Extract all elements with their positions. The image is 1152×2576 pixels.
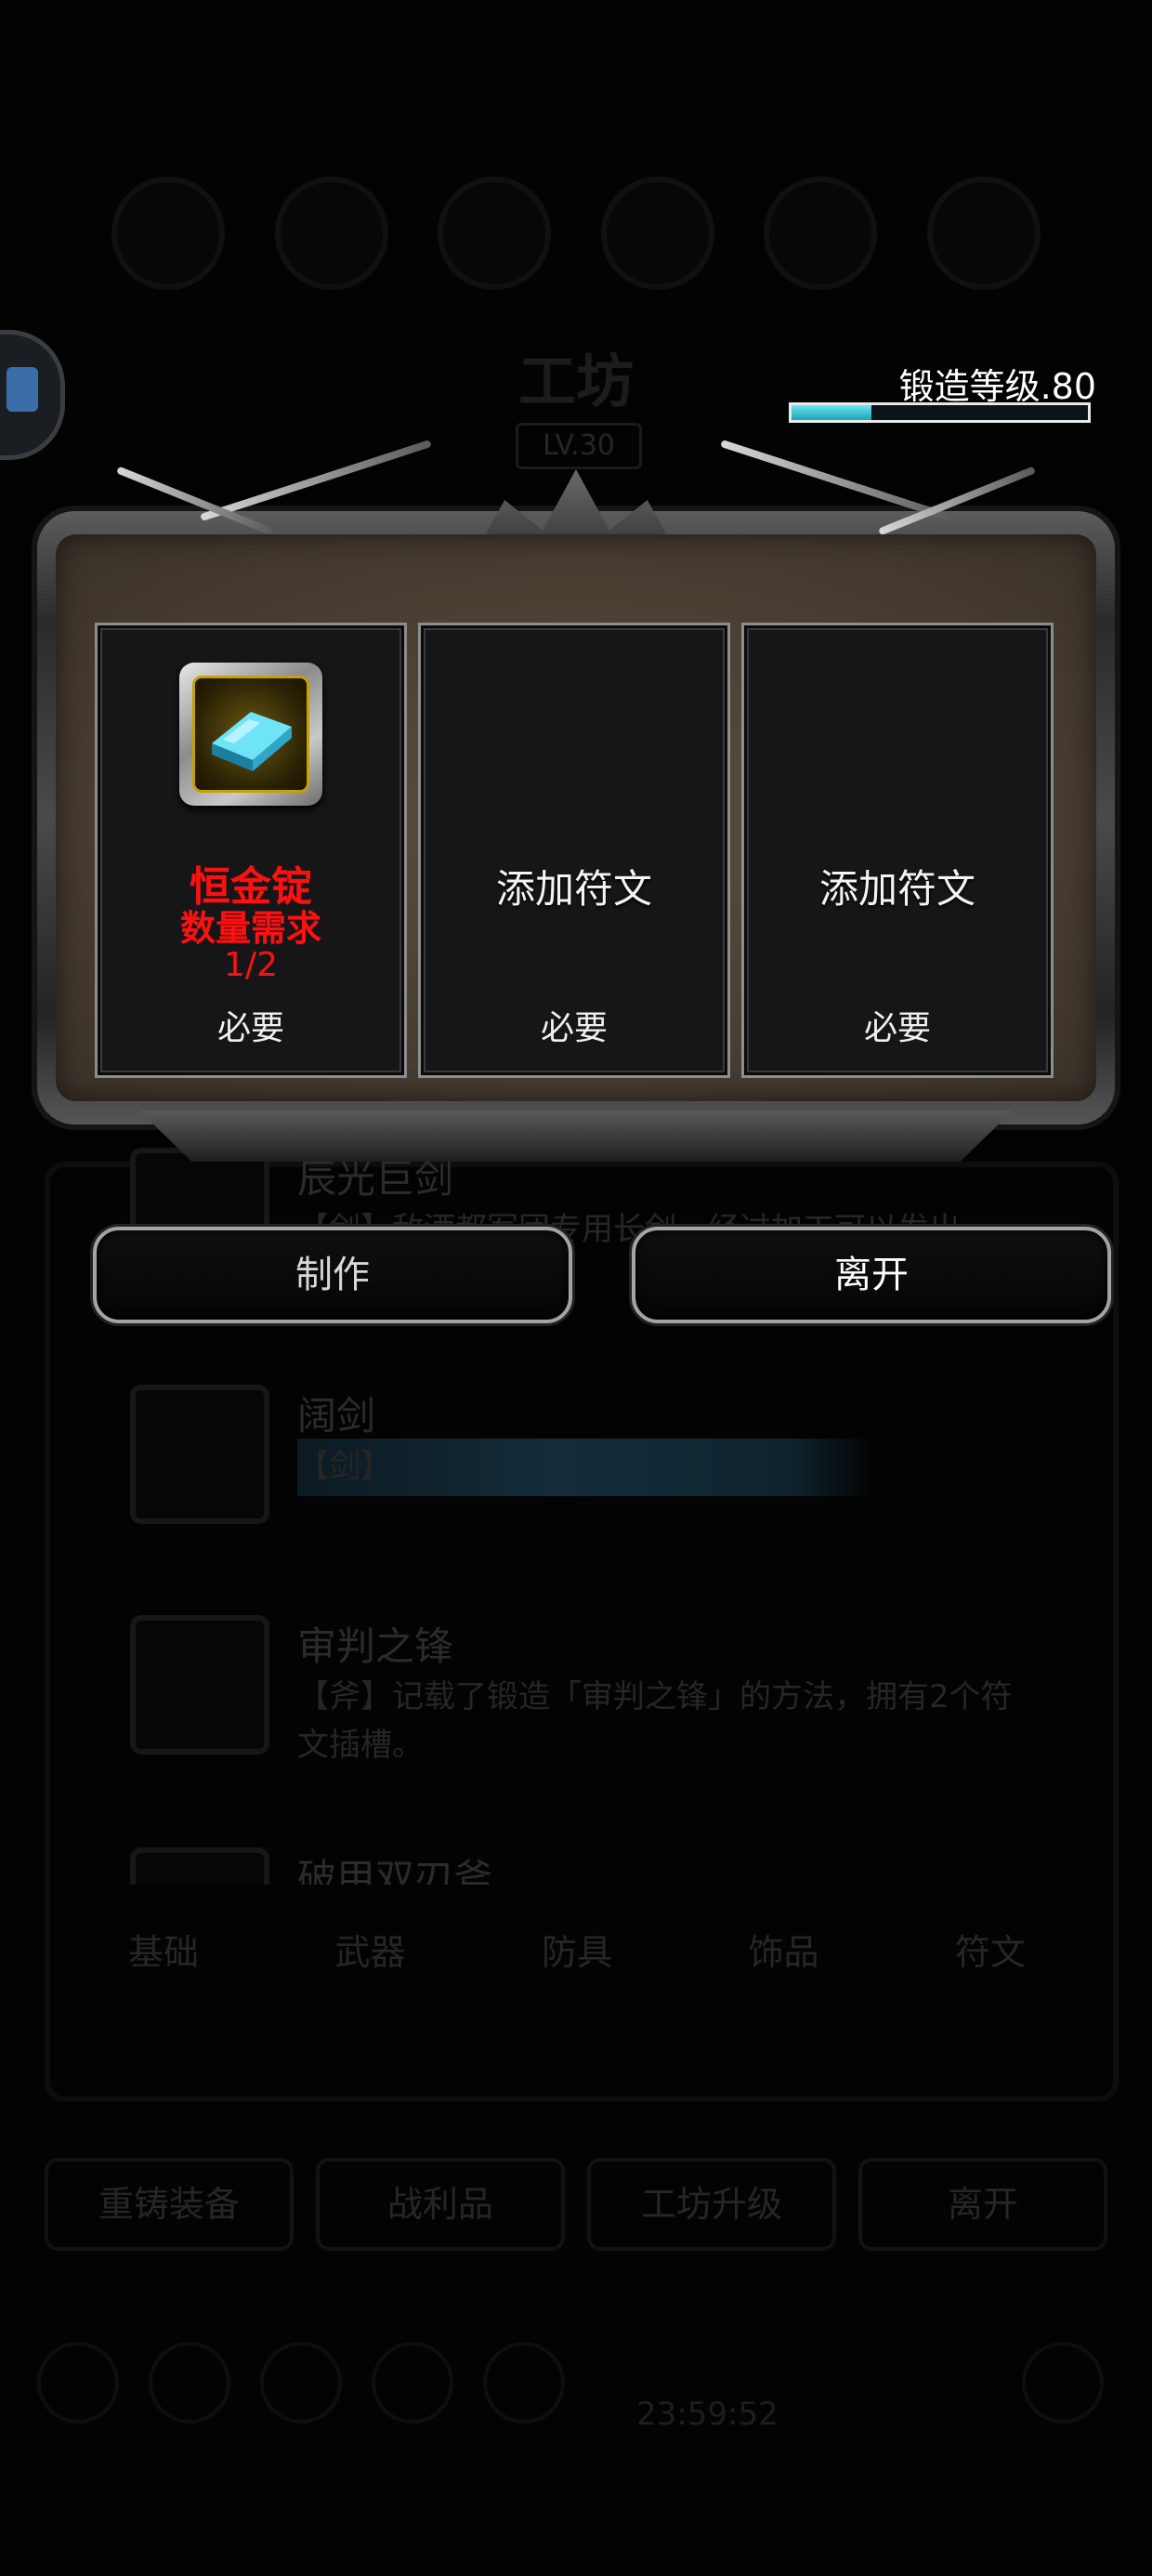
add-rune-label: 添加符文 — [818, 866, 975, 912]
upgrade-workshop-button[interactable]: 工坊升级 — [587, 2158, 836, 2251]
top-icon — [926, 177, 1041, 290]
tab-weapon[interactable]: 武器 — [296, 1924, 445, 1975]
top-icon — [438, 177, 552, 290]
tab-basic[interactable]: 基础 — [89, 1924, 238, 1975]
item-name: 破甲双刃斧 — [297, 1856, 493, 1885]
rune-slot[interactable]: 添加符文 必要 — [741, 623, 1054, 1078]
menu-icon[interactable] — [1022, 2342, 1104, 2424]
list-item[interactable]: 破甲双刃斧 — [130, 1847, 1041, 1885]
list-item[interactable]: 阔剑 【剑】 — [130, 1385, 1041, 1543]
forge-progress-bar — [789, 402, 1091, 423]
menu-icon[interactable] — [37, 2342, 119, 2424]
timer: 23:59:52 — [636, 2396, 779, 2433]
required-label: 必要 — [863, 1009, 931, 1047]
top-icon — [111, 177, 225, 290]
make-button[interactable]: 制作 — [93, 1227, 572, 1323]
material-slot[interactable]: 恒金锭 数量需求 1/2 必要 — [95, 623, 407, 1078]
exit-workshop-button[interactable]: 离开 — [858, 2158, 1107, 2251]
top-icon — [600, 177, 714, 290]
menu-icon[interactable] — [149, 2342, 230, 2424]
quantity-count: 1/2 — [224, 946, 278, 984]
item-desc: 【斧】记载了锻造「审判之锋」的方法，拥有2个符文插槽。 — [297, 1678, 1013, 1764]
menu-icon[interactable] — [483, 2342, 565, 2424]
forge-progress-fill — [792, 405, 872, 420]
top-icon — [764, 177, 878, 290]
ingot-icon-frame — [179, 663, 322, 806]
list-item[interactable]: 审判之锋 【斧】记载了锻造「审判之锋」的方法，拥有2个符文插槽。 — [130, 1615, 1041, 1773]
sword-icon — [130, 1385, 269, 1524]
frame-bottom-ornament — [139, 1111, 1013, 1162]
required-label: 必要 — [540, 1009, 608, 1047]
tab-rune[interactable]: 符文 — [916, 1924, 1065, 1975]
recast-button[interactable]: 重铸装备 — [45, 2158, 294, 2251]
bottom-bar — [37, 2305, 1115, 2435]
leave-button[interactable]: 离开 — [632, 1227, 1111, 1323]
add-rune-label: 添加符文 — [495, 866, 652, 912]
category-tabs: 基础 武器 防具 饰品 符文 — [89, 1924, 1065, 1975]
top-icon-row — [111, 177, 1041, 290]
workshop-buttons: 重铸装备 战利品 工坊升级 离开 — [45, 2158, 1107, 2251]
menu-icon[interactable] — [260, 2342, 342, 2424]
axe-icon — [130, 1615, 269, 1755]
make-button-label: 制作 — [295, 1254, 370, 1296]
ingot-icon — [192, 676, 309, 793]
tab-accessory[interactable]: 饰品 — [710, 1924, 858, 1975]
item-desc: 【剑】 — [297, 1448, 392, 1485]
item-name: 审判之锋 — [297, 1623, 454, 1669]
forge-level-label: 锻造等级.80 — [898, 366, 1096, 407]
axe-icon — [130, 1847, 269, 1885]
loot-button[interactable]: 战利品 — [316, 2158, 565, 2251]
top-icon — [274, 177, 388, 290]
leave-button-label: 离开 — [834, 1254, 909, 1296]
workshop-level: LV.30 — [516, 423, 642, 469]
required-label: 必要 — [216, 1009, 284, 1047]
tab-armor[interactable]: 防具 — [503, 1924, 651, 1975]
rune-slot[interactable]: 添加符文 必要 — [418, 623, 730, 1078]
item-name: 阔剑 — [297, 1393, 376, 1439]
quantity-label: 数量需求 — [179, 908, 321, 949]
craft-dialog: 恒金锭 数量需求 1/2 必要 添加符文 必要 添加符文 必要 — [28, 440, 1124, 1185]
menu-icon[interactable] — [372, 2342, 453, 2424]
